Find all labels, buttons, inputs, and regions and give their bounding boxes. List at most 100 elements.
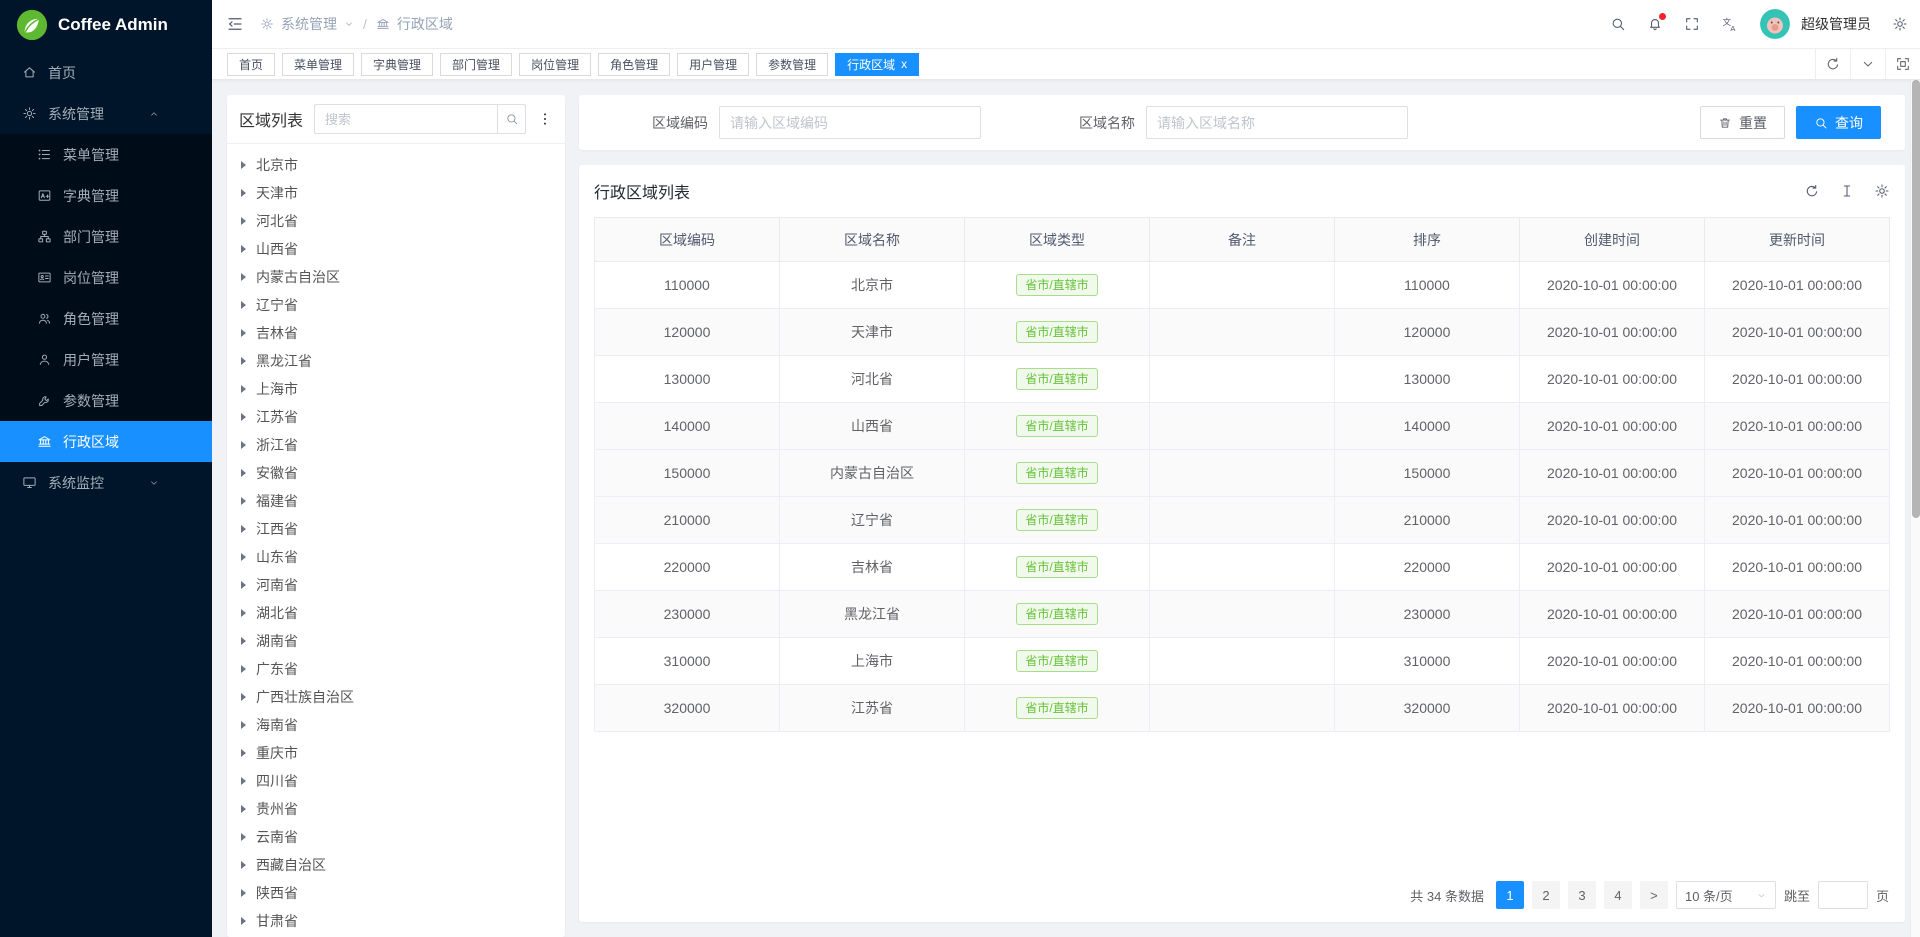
tree-item[interactable]: 河北省 bbox=[227, 207, 565, 235]
tree-item[interactable]: 陕西省 bbox=[227, 879, 565, 907]
tree-item[interactable]: 安徽省 bbox=[227, 459, 565, 487]
tree-item[interactable]: 江西省 bbox=[227, 515, 565, 543]
caret-right-icon[interactable] bbox=[241, 273, 246, 281]
menu-fold-icon[interactable] bbox=[226, 15, 244, 33]
caret-right-icon[interactable] bbox=[241, 525, 246, 533]
page-button-4[interactable]: 4 bbox=[1604, 881, 1632, 909]
tab-refresh-icon[interactable] bbox=[1815, 49, 1850, 79]
sidebar-item-menu[interactable]: 菜单管理 bbox=[0, 134, 212, 175]
tree-item[interactable]: 内蒙古自治区 bbox=[227, 263, 565, 291]
table-columns-gear-icon[interactable] bbox=[1874, 183, 1890, 199]
tab-role[interactable]: 角色管理 bbox=[598, 53, 670, 76]
caret-right-icon[interactable] bbox=[241, 441, 246, 449]
sidebar-item-user[interactable]: 用户管理 bbox=[0, 339, 212, 380]
tree-more-dots-icon[interactable] bbox=[537, 111, 553, 127]
caret-right-icon[interactable] bbox=[241, 721, 246, 729]
caret-right-icon[interactable] bbox=[241, 413, 246, 421]
sidebar-item-home[interactable]: 首页 bbox=[0, 52, 212, 93]
caret-right-icon[interactable] bbox=[241, 693, 246, 701]
column-header[interactable]: 排序 bbox=[1335, 218, 1520, 262]
caret-right-icon[interactable] bbox=[241, 301, 246, 309]
table-density-icon[interactable] bbox=[1839, 183, 1855, 199]
tree-item[interactable]: 天津市 bbox=[227, 179, 565, 207]
caret-right-icon[interactable] bbox=[241, 469, 246, 477]
search-icon[interactable] bbox=[1610, 16, 1626, 32]
caret-right-icon[interactable] bbox=[241, 385, 246, 393]
tree-search-icon[interactable] bbox=[497, 104, 526, 134]
tree-item[interactable]: 广西壮族自治区 bbox=[227, 683, 565, 711]
caret-right-icon[interactable] bbox=[241, 245, 246, 253]
sidebar-item-system[interactable]: 系统管理 bbox=[0, 93, 212, 134]
tree-item[interactable]: 甘肃省 bbox=[227, 907, 565, 935]
reset-button[interactable]: 重置 bbox=[1700, 106, 1785, 139]
caret-right-icon[interactable] bbox=[241, 581, 246, 589]
sidebar-item-department[interactable]: 部门管理 bbox=[0, 216, 212, 257]
column-header[interactable]: 更新时间 bbox=[1705, 218, 1890, 262]
caret-right-icon[interactable] bbox=[241, 329, 246, 337]
tree-item[interactable]: 四川省 bbox=[227, 767, 565, 795]
tab-maximize-icon[interactable] bbox=[1885, 49, 1920, 79]
sidebar-item-role[interactable]: 角色管理 bbox=[0, 298, 212, 339]
caret-right-icon[interactable] bbox=[241, 777, 246, 785]
caret-right-icon[interactable] bbox=[241, 217, 246, 225]
tab-dictionary[interactable]: 字典管理 bbox=[361, 53, 433, 76]
avatar[interactable] bbox=[1760, 9, 1790, 39]
tree-item[interactable]: 湖北省 bbox=[227, 599, 565, 627]
tab-close-icon[interactable]: x bbox=[901, 58, 907, 70]
breadcrumb-parent[interactable]: 系统管理 bbox=[281, 14, 337, 34]
sidebar-item-monitor[interactable]: 系统监控 bbox=[0, 462, 212, 503]
sidebar-item-dictionary[interactable]: 字典管理 bbox=[0, 175, 212, 216]
next-page-button[interactable]: > bbox=[1640, 881, 1668, 909]
tree-item[interactable]: 湖南省 bbox=[227, 627, 565, 655]
caret-right-icon[interactable] bbox=[241, 749, 246, 757]
tree-item[interactable]: 北京市 bbox=[227, 151, 565, 179]
tab-menu[interactable]: 菜单管理 bbox=[282, 53, 354, 76]
caret-right-icon[interactable] bbox=[241, 833, 246, 841]
tree-item[interactable]: 福建省 bbox=[227, 487, 565, 515]
tree-item[interactable]: 山东省 bbox=[227, 543, 565, 571]
sidebar-item-param[interactable]: 参数管理 bbox=[0, 380, 212, 421]
tree-item[interactable]: 重庆市 bbox=[227, 739, 565, 767]
tab-department[interactable]: 部门管理 bbox=[440, 53, 512, 76]
fullscreen-icon[interactable] bbox=[1684, 16, 1700, 32]
bell-icon[interactable] bbox=[1647, 16, 1663, 32]
tree-search-input[interactable] bbox=[314, 104, 526, 134]
tab-post[interactable]: 岗位管理 bbox=[519, 53, 591, 76]
page-button-3[interactable]: 3 bbox=[1568, 881, 1596, 909]
column-header[interactable]: 区域类型 bbox=[965, 218, 1150, 262]
window-scrollbar[interactable] bbox=[1910, 80, 1920, 937]
caret-right-icon[interactable] bbox=[241, 861, 246, 869]
query-button[interactable]: 查询 bbox=[1796, 106, 1881, 139]
region-code-input[interactable] bbox=[719, 106, 981, 139]
tree-item[interactable]: 山西省 bbox=[227, 235, 565, 263]
page-button-2[interactable]: 2 bbox=[1532, 881, 1560, 909]
caret-right-icon[interactable] bbox=[241, 553, 246, 561]
tree-item[interactable]: 辽宁省 bbox=[227, 291, 565, 319]
tree-item[interactable]: 云南省 bbox=[227, 823, 565, 851]
tab-home[interactable]: 首页 bbox=[227, 53, 275, 76]
caret-right-icon[interactable] bbox=[241, 161, 246, 169]
tree-item[interactable]: 浙江省 bbox=[227, 431, 565, 459]
table-refresh-icon[interactable] bbox=[1804, 183, 1820, 199]
tree-item[interactable]: 吉林省 bbox=[227, 319, 565, 347]
tree-item[interactable]: 海南省 bbox=[227, 711, 565, 739]
column-header[interactable]: 区域编码 bbox=[595, 218, 780, 262]
scrollbar-thumb[interactable] bbox=[1912, 80, 1920, 518]
sidebar-item-region[interactable]: 行政区域 bbox=[0, 421, 212, 462]
caret-right-icon[interactable] bbox=[241, 665, 246, 673]
tree-item[interactable]: 上海市 bbox=[227, 375, 565, 403]
caret-right-icon[interactable] bbox=[241, 609, 246, 617]
page-button-1[interactable]: 1 bbox=[1496, 881, 1524, 909]
caret-right-icon[interactable] bbox=[241, 805, 246, 813]
current-user-name[interactable]: 超级管理员 bbox=[1801, 14, 1871, 34]
tree-item[interactable]: 河南省 bbox=[227, 571, 565, 599]
tree-item[interactable]: 广东省 bbox=[227, 655, 565, 683]
jump-page-input[interactable] bbox=[1818, 881, 1868, 909]
translate-icon[interactable]: 文A bbox=[1721, 15, 1739, 33]
tab-user[interactable]: 用户管理 bbox=[677, 53, 749, 76]
tree-item[interactable]: 西藏自治区 bbox=[227, 851, 565, 879]
page-size-select[interactable]: 10 条/页 bbox=[1676, 881, 1776, 909]
caret-right-icon[interactable] bbox=[241, 189, 246, 197]
caret-right-icon[interactable] bbox=[241, 637, 246, 645]
tree-item[interactable]: 贵州省 bbox=[227, 795, 565, 823]
